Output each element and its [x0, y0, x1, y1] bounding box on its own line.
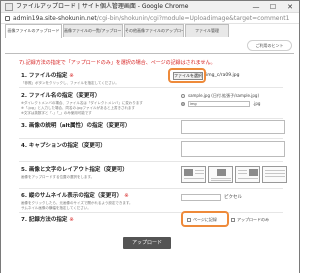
- layout-text-line: [238, 170, 247, 171]
- divider: [19, 118, 283, 119]
- upload-only-label: アップロードのみ: [237, 217, 269, 222]
- divider: [19, 212, 283, 213]
- layout-image-icon: [249, 169, 258, 176]
- field-6-desc-1: 画像をクリックしたら、元画像のサイズで開かれるよう設定できます。: [21, 201, 133, 205]
- layout-text-line: [184, 178, 204, 179]
- field-1-title: 1. ファイルの指定: [21, 73, 68, 79]
- field-7-title: 7. 記録方法の指定: [21, 217, 68, 223]
- field-2-desc-2: ※「.jpg」と入力した場合、同名の.jpgファイルがあると上書きされます: [21, 106, 135, 110]
- thumbnail-width-input[interactable]: [181, 194, 221, 201]
- field-7-label: 7. 記録方法の指定 ※: [21, 217, 74, 223]
- layout-image-icon: [184, 169, 193, 176]
- notice-text: 7).記録方法の指定で「アップロードのみ」を選択の場合、ページの記録はされません…: [19, 60, 216, 66]
- tab-upload[interactable]: 画像ファイルのアップロード: [5, 24, 62, 38]
- page-content: 画像ファイルのアップロード 画像ファイルの一覧/アップロード その他画像ファイル…: [1, 24, 299, 273]
- maximize-button[interactable]: ☐: [265, 1, 281, 13]
- url-path: /cgi-bin/shokunin/cgi?module=Uploadimage…: [96, 15, 290, 22]
- required-mark: ※: [69, 217, 74, 223]
- filename-suffix: .jpg: [253, 101, 261, 106]
- title-bar: ファイルアップロード | サイト個人管理画面 - Google Chrome —…: [1, 1, 299, 13]
- layout-text-line: [211, 178, 231, 179]
- field-5-label: 5. 画像と文字のレイアウト指定（変更可）: [21, 167, 128, 173]
- layout-image-icon: [217, 169, 226, 176]
- field-2-desc-1: ※ダイレクトメンバの場合、ファイル名は「ダイレクトメンバ」に変わります: [21, 101, 143, 105]
- field-6-title: 6. 縦のサムネイル表示の指定（変更可）: [21, 193, 123, 199]
- field-2-desc-3: ※文字は英数字と「-」「_」のみ使用可能です: [21, 111, 92, 115]
- tab-divider: [5, 53, 294, 54]
- filename-radio-custom[interactable]: [181, 102, 185, 106]
- layout-text-line: [265, 176, 285, 177]
- field-3-label: 3. 画像の説明（alt属性）の指定（変更可）: [21, 123, 131, 129]
- field-6-label: 6. 縦のサムネイル表示の指定（変更可） ※: [21, 193, 129, 199]
- chosen-file-name: img_c/ra09.jpg: [206, 73, 240, 78]
- layout-option-left[interactable]: [181, 166, 206, 183]
- layout-option-right[interactable]: [235, 166, 260, 183]
- layout-option-none[interactable]: [262, 166, 287, 183]
- field-1-desc: 「参照」ボタンをクリックし、ファイルを指定してください。: [21, 81, 119, 85]
- filename-input[interactable]: img: [188, 101, 250, 107]
- divider: [19, 188, 283, 189]
- field-2-label: 2. ファイル名の指定（変更可）: [21, 93, 101, 99]
- tab-other-upload[interactable]: その他画像ファイルのアップロード: [124, 24, 184, 37]
- help-button[interactable]: ご利用のヒント: [247, 40, 292, 51]
- divider: [19, 87, 283, 88]
- app-icon: [5, 3, 13, 11]
- required-mark: ※: [69, 73, 74, 79]
- layout-text-line: [211, 180, 231, 181]
- layout-text-line: [265, 170, 285, 171]
- layout-text-line: [238, 178, 258, 179]
- field-5-desc: 画像をアップロードする位置の選択をします。: [21, 175, 95, 179]
- close-button[interactable]: ✕: [282, 1, 298, 13]
- layout-text-line: [195, 170, 204, 171]
- file-button-highlight: [168, 68, 206, 83]
- url-text[interactable]: admin19a.site-shokunin.net/cgi-bin/shoku…: [13, 14, 289, 23]
- lock-icon: [5, 16, 10, 21]
- window-title: ファイルアップロード | サイト個人管理画面 - Google Chrome: [16, 3, 189, 10]
- filename-radio-default[interactable]: [181, 94, 185, 98]
- field-4-label: 4. キャプションの指定（変更可）: [21, 143, 106, 149]
- field-6-desc-2: サムネイル画像の横幅を指定してください。: [21, 206, 91, 210]
- upload-only-checkbox[interactable]: [231, 218, 235, 222]
- divider: [19, 161, 283, 162]
- tab-list-upload[interactable]: 画像ファイルの一覧/アップロード: [63, 24, 123, 37]
- layout-option-center[interactable]: [208, 166, 233, 183]
- filename-radio-default-label: sample.jpg (日付.拡張子/sample.jpg): [188, 93, 260, 98]
- browser-window: ファイルアップロード | サイト個人管理画面 - Google Chrome —…: [0, 0, 300, 273]
- thumbnail-unit: ピクセル: [224, 195, 242, 200]
- caption-textarea[interactable]: [181, 141, 285, 157]
- minimize-button[interactable]: —: [248, 1, 264, 13]
- layout-text-line: [195, 173, 204, 174]
- url-domain: admin19a.site-shokunin.net: [13, 15, 97, 22]
- divider: [19, 138, 283, 139]
- required-mark: ※: [124, 193, 129, 199]
- address-bar[interactable]: admin19a.site-shokunin.net/cgi-bin/shoku…: [1, 13, 299, 24]
- layout-text-line: [265, 173, 285, 174]
- description-textarea[interactable]: [181, 120, 285, 134]
- tab-file-manage[interactable]: ファイル管理: [185, 24, 229, 37]
- upload-button[interactable]: アップロード: [123, 237, 171, 249]
- record-option-highlight: [181, 211, 229, 227]
- field-1-label: 1. ファイルの指定 ※: [21, 73, 74, 79]
- layout-text-line: [238, 173, 247, 174]
